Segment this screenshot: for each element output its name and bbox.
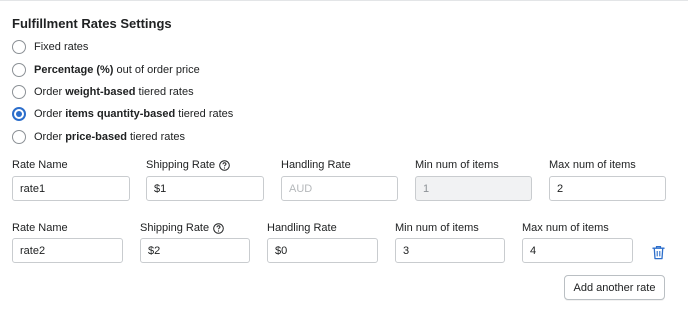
rate-name-label: Rate Name: [12, 159, 68, 171]
handling-rate-label: Handling Rate: [281, 159, 351, 171]
shipping-rate-label-text: Shipping Rate: [146, 159, 216, 171]
rate-name-input[interactable]: rate2: [12, 238, 123, 263]
max-items-label: Max num of items: [549, 159, 636, 171]
radio-option-weight-based[interactable]: Order weight-based tiered rates: [12, 83, 194, 101]
radio-button-selected[interactable]: [12, 107, 26, 121]
min-items-label: Min num of items: [395, 222, 479, 234]
handling-rate-label: Handling Rate: [267, 222, 337, 234]
handling-rate-input[interactable]: $0: [267, 238, 378, 263]
radio-option-quantity-based[interactable]: Order items quantity-based tiered rates: [12, 105, 233, 123]
rate-name-label: Rate Name: [12, 222, 68, 234]
radio-button[interactable]: [12, 85, 26, 99]
min-items-label: Min num of items: [415, 159, 499, 171]
shipping-rate-input[interactable]: $1: [146, 176, 264, 201]
min-items-input: 1: [415, 176, 532, 201]
trash-icon[interactable]: [652, 245, 665, 260]
shipping-rate-label: Shipping Rate: [140, 222, 224, 234]
radio-label: Order weight-based tiered rates: [34, 86, 194, 98]
handling-rate-input[interactable]: AUD: [281, 176, 398, 201]
max-items-label: Max num of items: [522, 222, 609, 234]
shipping-rate-label: Shipping Rate: [146, 159, 230, 171]
radio-label: Fixed rates: [34, 41, 89, 53]
top-divider: [0, 0, 688, 1]
shipping-rate-input[interactable]: $2: [140, 238, 250, 263]
add-another-rate-button[interactable]: Add another rate: [564, 275, 665, 300]
radio-option-price-based[interactable]: Order price-based tiered rates: [12, 128, 185, 146]
radio-button[interactable]: [12, 63, 26, 77]
min-items-input[interactable]: 3: [395, 238, 505, 263]
max-items-input[interactable]: 4: [522, 238, 633, 263]
radio-option-fixed-rates[interactable]: Fixed rates: [12, 38, 88, 56]
radio-button[interactable]: [12, 40, 26, 54]
max-items-input[interactable]: 2: [549, 176, 666, 201]
section-title: Fulfillment Rates Settings: [12, 16, 172, 31]
question-circle-icon[interactable]: [213, 222, 224, 234]
radio-label: Order items quantity-based tiered rates: [34, 108, 234, 120]
question-circle-icon[interactable]: [219, 159, 230, 171]
shipping-rate-label-text: Shipping Rate: [140, 222, 210, 234]
radio-label: Percentage (%) out of order price: [34, 64, 200, 76]
rate-name-input[interactable]: rate1: [12, 176, 130, 201]
radio-option-percentage[interactable]: Percentage (%) out of order price: [12, 61, 200, 79]
radio-label: Order price-based tiered rates: [34, 131, 186, 143]
radio-button[interactable]: [12, 130, 26, 144]
